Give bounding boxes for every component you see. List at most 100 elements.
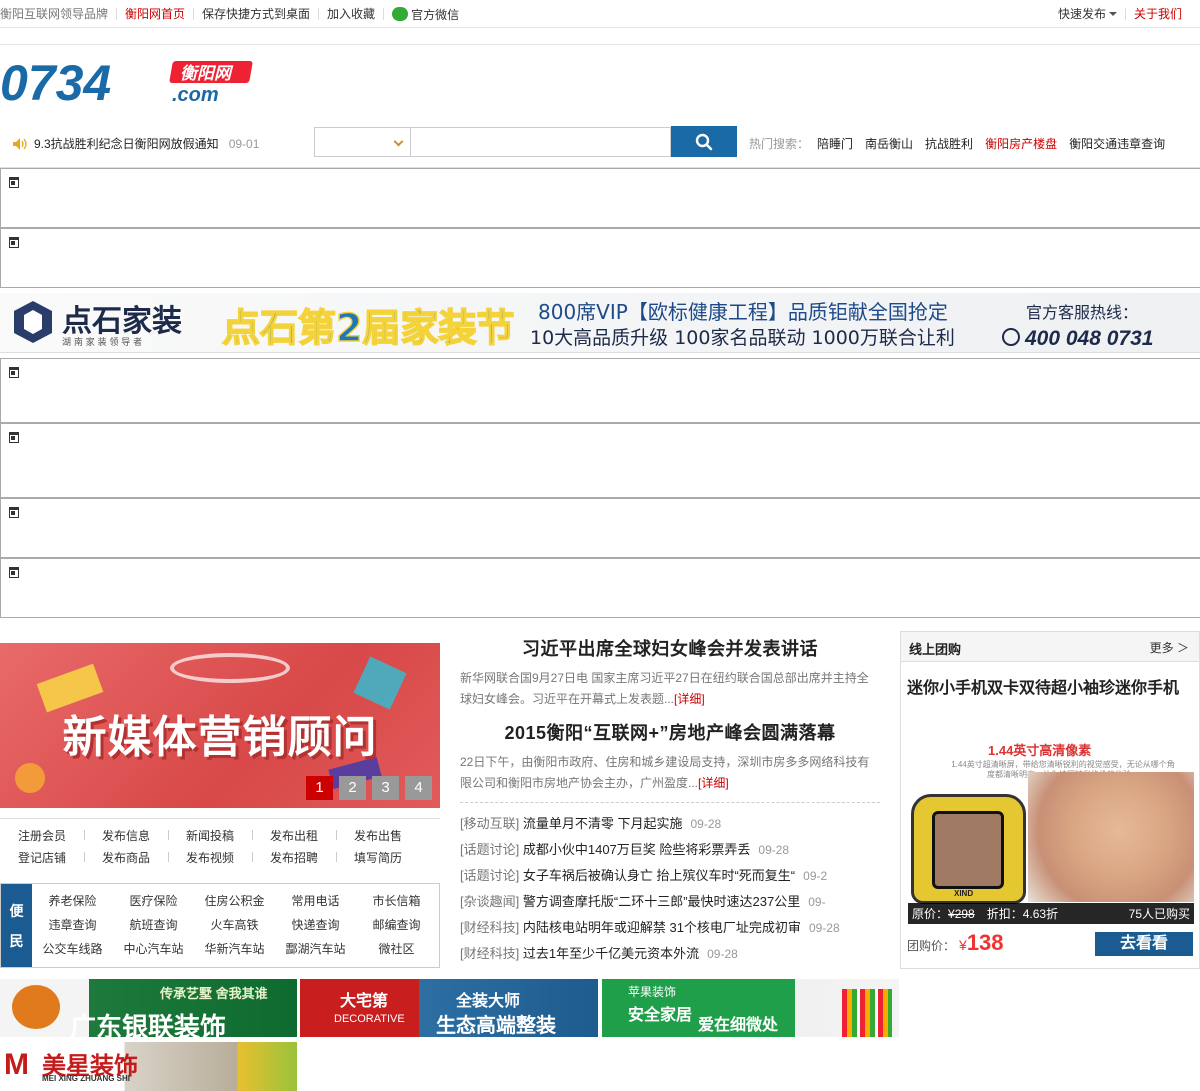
news-category[interactable]: [杂谈趣闻] xyxy=(460,894,519,909)
quick-link[interactable]: 登记店铺 xyxy=(0,849,84,866)
ad-dazhaidi[interactable]: 大宅第 DECORATIVE 全装大师 生态高端整装 xyxy=(300,979,598,1037)
save-shortcut-link[interactable]: 保存快捷方式到桌面 xyxy=(194,8,320,20)
go-view-button[interactable]: 去看看 xyxy=(1095,932,1193,956)
top-links: 衡阳互联网领导品牌 衡阳网首页 保存快捷方式到桌面 加入收藏 官方微信 xyxy=(0,0,467,28)
quick-link[interactable]: 发布信息 xyxy=(84,827,168,844)
service-link[interactable]: 常用电话 xyxy=(275,892,356,909)
slogan: 衡阳互联网领导品牌 xyxy=(0,8,118,20)
ad-meixing[interactable]: M 美星装饰 MEI XING ZHUANG SHI xyxy=(0,1042,297,1091)
service-link[interactable]: 市长信箱 xyxy=(356,892,437,909)
service-link[interactable]: 中心汽车站 xyxy=(113,940,194,957)
ad-placeholder[interactable] xyxy=(0,423,1200,498)
news-category[interactable]: [话题讨论] xyxy=(460,842,519,857)
slider-page-button[interactable]: 1 xyxy=(306,776,333,800)
about-link[interactable]: 关于我们 xyxy=(1124,8,1190,20)
service-link[interactable]: 快递查询 xyxy=(275,916,356,933)
news-category[interactable]: [财经科技] xyxy=(460,946,519,961)
ad-placeholder[interactable] xyxy=(0,498,1200,558)
service-link[interactable]: 邮编查询 xyxy=(356,916,437,933)
service-link[interactable]: 航班查询 xyxy=(113,916,194,933)
ad-text: 传承艺墅 舍我其谁 xyxy=(160,986,268,1001)
quick-link[interactable]: 新闻投稿 xyxy=(168,827,252,844)
hot-item[interactable]: 衡阳交通违章查询 xyxy=(1069,135,1165,152)
news-item[interactable]: [话题讨论] 成都小伙中1407万巨奖 险些将彩票弄丢 09-28 xyxy=(460,837,880,863)
quick-publish-menu[interactable]: 快速发布 xyxy=(1050,8,1125,20)
slider-page-button[interactable]: 4 xyxy=(405,776,432,800)
service-link[interactable]: 养老保险 xyxy=(32,892,113,909)
news-item[interactable]: [杂谈趣闻] 警方调查摩托版“二环十三郎”最快时速达237公里 09- xyxy=(460,889,880,915)
add-favorite-link[interactable]: 加入收藏 xyxy=(319,8,385,20)
news-item[interactable]: [移动互联] 流量单月不清零 下月起实施 09-28 xyxy=(460,811,880,837)
quick-link[interactable]: 发布出售 xyxy=(336,827,420,844)
wechat-link[interactable]: 官方微信 xyxy=(384,7,467,21)
banner-headline: 点石第2届家装节 xyxy=(222,306,514,350)
search-input[interactable] xyxy=(411,127,671,157)
slider-page-button[interactable]: 3 xyxy=(372,776,399,800)
focus-slider[interactable]: 新媒体营销顾问 1 2 3 4 xyxy=(0,643,440,808)
service-link[interactable]: 住房公积金 xyxy=(194,892,275,909)
service-link[interactable]: 酃湖汽车站 xyxy=(275,940,356,957)
notice-date: 09-01 xyxy=(228,136,260,151)
news-category[interactable]: [话题讨论] xyxy=(460,868,519,883)
banner-line1: 800席VIP【欧标健康工程】品质钜献全国抢定 xyxy=(538,300,948,324)
hot-item[interactable]: 衡阳房产楼盘 xyxy=(985,135,1057,152)
service-link[interactable]: 火车高铁 xyxy=(194,916,275,933)
quick-link[interactable]: 填写简历 xyxy=(336,849,420,866)
hot-item[interactable]: 南岳衡山 xyxy=(865,135,913,152)
service-link[interactable]: 华新汽车站 xyxy=(194,940,275,957)
quick-link[interactable]: 发布出租 xyxy=(252,827,336,844)
product-title[interactable]: 迷你小手机双卡双待超小袖珍迷你手机 xyxy=(907,674,1179,698)
hot-item[interactable]: 陪睡门 xyxy=(817,135,853,152)
product-image[interactable]: 1.44英寸高清像素 1.44英寸超清晰屏，带给您清晰锐利的视觉感受，无论从哪个… xyxy=(908,702,1194,924)
model-photo xyxy=(1028,772,1194,902)
news-title[interactable]: 女子车祸后被确认身亡 抬上殡仪车时“死而复生“ xyxy=(523,868,795,883)
news-category[interactable]: [移动互联] xyxy=(460,816,519,831)
search-button[interactable] xyxy=(671,126,737,157)
notice[interactable]: 9.3抗战胜利纪念日衡阳网放假通知 09-01 xyxy=(12,135,259,152)
service-link[interactable]: 公交车线路 xyxy=(32,940,113,957)
ad-banner-dianshi[interactable]: 点石家装 湖 南 家 装 领 导 者 点石第2届家装节 800席VIP【欧标健康… xyxy=(0,293,1200,353)
news-title[interactable]: 内陆核电站明年或迎解禁 31个核电厂址完成初审 xyxy=(523,920,801,935)
price-label: 团购价： xyxy=(907,939,956,953)
news-category[interactable]: [财经科技] xyxy=(460,920,519,935)
site-logo[interactable]: 0734 衡阳网 .com xyxy=(0,55,260,105)
news-title[interactable]: 警方调查摩托版“二环十三郎”最快时速达237公里 xyxy=(523,894,800,909)
news-item[interactable]: [财经科技] 内陆核电站明年或迎解禁 31个核电厂址完成初审 09-28 xyxy=(460,915,880,941)
detail-link[interactable]: [详细] xyxy=(674,692,705,706)
headline-title[interactable]: 习近平出席全球妇女峰会并发表讲话 xyxy=(452,635,888,661)
more-link[interactable]: 更多 ＞ xyxy=(1150,639,1189,656)
news-title[interactable]: 流量单月不清零 下月起实施 xyxy=(523,816,683,831)
hot-item[interactable]: 抗战胜利 xyxy=(925,135,973,152)
ad-placeholder[interactable] xyxy=(0,558,1200,618)
service-link[interactable]: 医疗保险 xyxy=(113,892,194,909)
ad-pingguo[interactable]: 苹果装饰 安全家居 爱在细微处 xyxy=(602,979,899,1037)
notice-text[interactable]: 9.3抗战胜利纪念日衡阳网放假通知 xyxy=(34,135,219,152)
headline-title[interactable]: 2015衡阳“互联网+”房地产峰会圆满落幕 xyxy=(452,719,888,745)
ad-yinlian[interactable]: 传承艺墅 舍我其谁 广东银联装饰 xyxy=(0,979,297,1037)
phone-image: XIND xyxy=(911,794,1026,904)
home-link[interactable]: 衡阳网首页 xyxy=(117,8,195,20)
discount: 折扣：4.63折 xyxy=(986,907,1059,921)
quick-link[interactable]: 发布招聘 xyxy=(252,849,336,866)
news-item[interactable]: [财经科技] 过去1年至少千亿美元资本外流 09-28 xyxy=(460,941,880,967)
yinlian-logo-icon xyxy=(12,985,60,1029)
ad-placeholder[interactable] xyxy=(0,358,1200,423)
news-title[interactable]: 过去1年至少千亿美元资本外流 xyxy=(523,946,699,961)
news-title[interactable]: 成都小伙中1407万巨奖 险些将彩票弄丢 xyxy=(523,842,751,857)
quick-link[interactable]: 发布视频 xyxy=(168,849,252,866)
price-value: 138 xyxy=(966,930,1004,955)
search-category-select[interactable] xyxy=(314,127,411,157)
service-link[interactable]: 违章查询 xyxy=(32,916,113,933)
quick-link[interactable]: 发布商品 xyxy=(84,849,168,866)
detail-link[interactable]: [详细] xyxy=(698,776,729,790)
headline-news: 习近平出席全球妇女峰会并发表讲话 新华网联合国9月27日电 国家主席习近平27日… xyxy=(452,630,888,967)
phone-icon xyxy=(1002,328,1020,346)
slider-page-button[interactable]: 2 xyxy=(339,776,366,800)
quick-link[interactable]: 注册会员 xyxy=(0,827,84,844)
news-item[interactable]: [话题讨论] 女子车祸后被确认身亡 抬上殡仪车时“死而复生“ 09-2 xyxy=(460,863,880,889)
meixing-logo-icon: M xyxy=(4,1048,29,1081)
ad-placeholder[interactable] xyxy=(0,228,1200,288)
decoration xyxy=(15,763,45,793)
ad-placeholder[interactable] xyxy=(0,168,1200,228)
service-link[interactable]: 微社区 xyxy=(356,940,437,957)
